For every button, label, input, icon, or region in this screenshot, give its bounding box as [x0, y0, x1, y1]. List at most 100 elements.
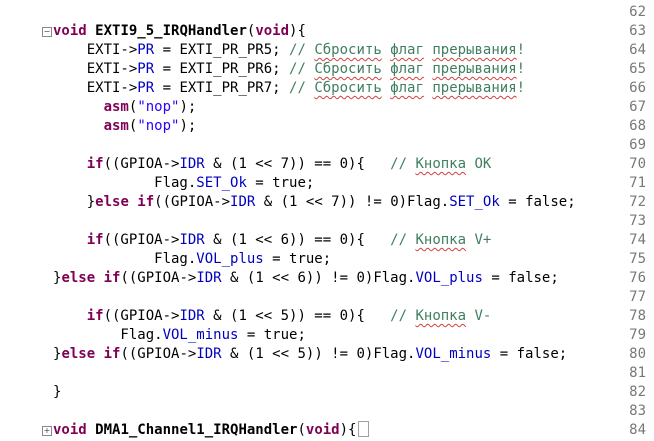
code-line[interactable]: 80}else if((GPIOA->IDR & (1 << 5)) != 0)…: [0, 345, 654, 364]
line-number: 63: [629, 23, 646, 39]
code-token: Flag.: [53, 327, 163, 343]
code-line[interactable]: 65 EXTI->PR = EXTI_PR_PR6; // Сбросить ф…: [0, 60, 654, 79]
fold-expand-icon[interactable]: +: [42, 426, 52, 436]
code-token: "nop": [137, 99, 180, 115]
code-line[interactable]: 81: [0, 364, 654, 383]
code-token: IDR: [179, 232, 205, 248]
code-text: if((GPIOA->IDR & (1 << 7)) == 0){ // Кно…: [53, 155, 492, 174]
line-number: 78: [629, 308, 646, 324]
code-line[interactable]: 73: [0, 212, 654, 231]
code-token: !: [516, 80, 526, 96]
fold-collapse-icon[interactable]: −: [42, 27, 52, 37]
code-token: ((GPIOA->: [103, 232, 180, 248]
line-number: 76: [629, 270, 646, 286]
line-number: 64: [629, 42, 646, 58]
line-number: 73: [629, 213, 646, 229]
line-number: 80: [629, 346, 646, 362]
code-token: !: [516, 61, 526, 77]
spellcheck-word: прерывания: [432, 42, 517, 58]
code-token: PR: [137, 61, 155, 77]
code-token: EXTI->: [53, 61, 138, 77]
code-line[interactable]: 68 asm("nop");: [0, 117, 654, 136]
line-number: 67: [629, 99, 646, 115]
code-line[interactable]: 66 EXTI->PR = EXTI_PR_PR7; // Сбросить ф…: [0, 79, 654, 98]
code-line[interactable]: 70 if((GPIOA->IDR & (1 << 7)) == 0){ // …: [0, 155, 654, 174]
line-number: 82: [629, 384, 646, 400]
code-token: if: [86, 156, 104, 172]
code-text: Flag.SET_Ok = true;: [53, 174, 314, 193]
code-line[interactable]: 75 Flag.VOL_plus = true;: [0, 250, 654, 269]
code-token: );: [179, 99, 197, 115]
code-token: IDR: [179, 308, 205, 324]
code-token: );: [179, 118, 197, 134]
code-token: = EXTI_PR_PR6;: [154, 61, 290, 77]
code-line[interactable]: 77: [0, 288, 654, 307]
code-token: if: [86, 232, 104, 248]
code-line[interactable]: 84 + void DMA1_Channel1_IRQHandler(void){: [0, 421, 654, 440]
spellcheck-word: Кнопка: [415, 308, 467, 324]
code-token: //: [289, 80, 315, 96]
line-number: 71: [629, 175, 646, 191]
code-line[interactable]: 83: [0, 402, 654, 421]
code-token: = false;: [499, 194, 576, 210]
code-token: !: [516, 42, 526, 58]
code-line[interactable]: 62: [0, 3, 654, 22]
code-token: Flag.: [53, 175, 197, 191]
spellcheck-word: Кнопка: [415, 156, 467, 172]
code-token: V+: [466, 232, 492, 248]
code-text: }else if((GPIOA->IDR & (1 << 6)) != 0)Fl…: [53, 269, 559, 288]
code-token: & (1 << 6)) != 0)Flag.: [221, 270, 416, 286]
code-token: = true;: [246, 175, 315, 191]
code-token: IDR: [196, 346, 222, 362]
code-area[interactable]: 62 63− void EXTI9_5_IRQHandler(void){64 EX…: [0, 0, 654, 441]
code-line[interactable]: 82}: [0, 383, 654, 402]
code-token: }: [53, 194, 96, 210]
spellcheck-word: Кнопка: [415, 232, 467, 248]
code-token: IDR: [196, 270, 222, 286]
code-line[interactable]: 63 − void EXTI9_5_IRQHandler(void){: [0, 22, 654, 41]
code-token: V-: [466, 308, 492, 324]
code-editor[interactable]: 62 63− void EXTI9_5_IRQHandler(void){64 EX…: [0, 0, 654, 441]
code-line[interactable]: 71 Flag.SET_Ok = true;: [0, 174, 654, 193]
code-token: (: [297, 422, 306, 438]
code-token: EXTI->: [53, 42, 138, 58]
line-number: 81: [629, 365, 646, 381]
code-line[interactable]: 72 }else if((GPIOA->IDR & (1 << 7)) != 0…: [0, 193, 654, 212]
code-line[interactable]: 74 if((GPIOA->IDR & (1 << 6)) == 0){ // …: [0, 231, 654, 250]
code-token: //: [289, 61, 315, 77]
code-text: asm("nop");: [53, 98, 197, 117]
code-text: asm("nop");: [53, 117, 197, 136]
code-token: else if: [61, 346, 121, 362]
code-token: = false;: [482, 270, 559, 286]
code-token: void: [53, 422, 96, 438]
code-token: DMA1_Channel1_IRQHandler: [95, 422, 298, 438]
line-number: 83: [629, 403, 646, 419]
code-token: PR: [137, 42, 155, 58]
code-token: & (1 << 6)) == 0){: [204, 232, 391, 248]
spellcheck-word: Сбросить: [314, 61, 382, 77]
code-line[interactable]: 64 EXTI->PR = EXTI_PR_PR5; // Сбросить ф…: [0, 41, 654, 60]
code-token: = true;: [238, 327, 306, 343]
code-line[interactable]: 78 if((GPIOA->IDR & (1 << 5)) == 0){ // …: [0, 307, 654, 326]
code-line[interactable]: 76 }else if((GPIOA->IDR & (1 << 6)) != 0)…: [0, 269, 654, 288]
folded-code-marker[interactable]: [358, 421, 370, 437]
spellcheck-word: прерывания: [432, 80, 517, 96]
code-token: = EXTI_PR_PR5;: [154, 42, 290, 58]
code-text: EXTI->PR = EXTI_PR_PR7; // Сбросить флаг…: [53, 79, 525, 98]
code-line[interactable]: 69: [0, 136, 654, 155]
line-number: 70: [629, 156, 646, 172]
code-token: OK: [466, 156, 492, 172]
line-number: 74: [629, 232, 646, 248]
code-token: if: [86, 308, 104, 324]
code-token: VOL_plus: [196, 251, 264, 267]
code-line[interactable]: 79 Flag.VOL_minus = true;: [0, 326, 654, 345]
code-text: Flag.VOL_plus = true;: [53, 250, 331, 269]
code-line[interactable]: 67 asm("nop");: [0, 98, 654, 117]
code-token: = EXTI_PR_PR7;: [154, 80, 290, 96]
code-token: else if: [95, 194, 155, 210]
code-token: //: [390, 232, 416, 248]
